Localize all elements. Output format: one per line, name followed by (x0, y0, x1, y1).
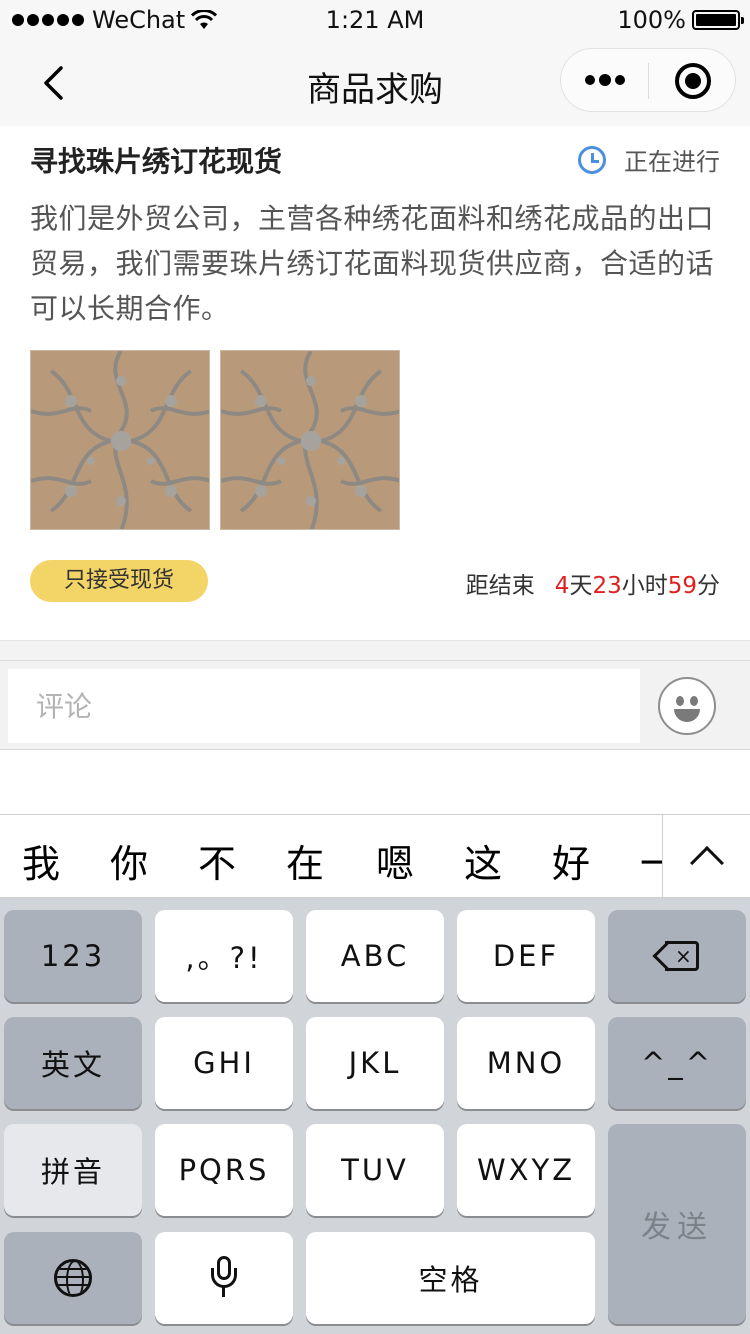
comment-input[interactable] (8, 669, 640, 743)
key-english[interactable]: 英文 (4, 1017, 142, 1109)
status-bar: WeChat 1:21 AM 100% (0, 0, 750, 40)
candidate-bar: 我 你 不 在 嗯 这 好 一 (0, 814, 750, 899)
post-card: 寻找珠片绣订花现货 正在进行 我们是外贸公司，主营各种绣花面料和绣花成品的出口贸… (0, 126, 750, 640)
key-ghi[interactable]: GHI (155, 1017, 293, 1109)
candidate-word[interactable]: 这 (464, 833, 502, 888)
clock-icon (578, 145, 606, 174)
emoji-icon[interactable] (658, 677, 716, 735)
candidate-word[interactable]: 好 (552, 833, 590, 888)
countdown-hours-unit: 小时 (621, 573, 668, 599)
key-123[interactable]: 123 (4, 910, 142, 1002)
product-image-2[interactable] (220, 350, 400, 530)
lace-pattern-image (221, 351, 399, 529)
lace-pattern-image (31, 351, 209, 529)
candidate-word[interactable]: 不 (198, 833, 236, 888)
post-status: 正在进行 (578, 142, 720, 177)
countdown-minutes-unit: 分 (697, 573, 720, 599)
key-abc[interactable]: ABC (306, 910, 444, 1002)
key-emoticon[interactable]: ^_^ (608, 1017, 746, 1109)
key-punctuation[interactable]: ,。?! (155, 910, 293, 1002)
backspace-key[interactable]: × (608, 910, 746, 1002)
requirement-tag: 只接受现货 (30, 560, 208, 602)
battery-percent: 100% (617, 6, 686, 34)
status-text: 正在进行 (624, 148, 720, 176)
countdown-timer: 距结束 4天23小时59分 (466, 566, 720, 600)
comment-bar (0, 660, 750, 750)
nav-bar: 商品求购 (0, 40, 750, 126)
send-button[interactable]: 发送 (608, 1124, 746, 1324)
countdown-minutes: 59 (667, 573, 697, 599)
key-pinyin[interactable]: 拼音 (4, 1124, 142, 1216)
candidate-list: 我 你 不 在 嗯 这 好 一 (0, 815, 662, 899)
globe-icon (54, 1259, 92, 1297)
more-icon[interactable] (585, 74, 625, 86)
space-key[interactable]: 空格 (306, 1232, 595, 1324)
countdown-days-unit: 天 (569, 573, 593, 599)
blank-area (0, 750, 750, 814)
candidate-word[interactable]: 我 (22, 833, 60, 888)
countdown-days: 4 (554, 573, 570, 599)
key-pqrs[interactable]: PQRS (155, 1124, 293, 1216)
product-image-1[interactable] (30, 350, 210, 530)
candidate-word[interactable]: 你 (110, 833, 148, 888)
dictation-key[interactable] (155, 1232, 293, 1324)
candidate-word[interactable]: 在 (286, 833, 324, 888)
post-title: 寻找珠片绣订花现货 (30, 145, 283, 178)
countdown-hours: 23 (592, 573, 622, 599)
section-divider (0, 640, 750, 660)
key-def[interactable]: DEF (457, 910, 595, 1002)
countdown-label: 距结束 (465, 573, 535, 599)
chevron-up-icon (689, 846, 724, 880)
battery-info: 100% (617, 6, 744, 34)
globe-key[interactable] (4, 1232, 142, 1324)
capsule-divider (648, 63, 649, 99)
microphone-icon (209, 1256, 239, 1300)
key-wxyz[interactable]: WXYZ (457, 1124, 595, 1216)
key-tuv[interactable]: TUV (306, 1124, 444, 1216)
backspace-icon: × (652, 940, 699, 972)
keyboard: 123 ,。?! ABC DEF × 英文 GHI JKL MNO ^_^ 拼音… (0, 898, 750, 1334)
battery-icon (692, 10, 744, 30)
close-target-icon[interactable] (675, 63, 711, 99)
post-description: 我们是外贸公司，主营各种绣花面料和绣花成品的出口贸易，我们需要珠片绣订花面料现货… (30, 202, 715, 325)
candidate-word[interactable]: 嗯 (376, 833, 414, 888)
key-jkl[interactable]: JKL (306, 1017, 444, 1109)
expand-candidates-button[interactable] (662, 815, 750, 899)
candidate-word[interactable]: 一 (640, 833, 662, 888)
key-mno[interactable]: MNO (457, 1017, 595, 1109)
miniprogram-capsule (560, 48, 736, 112)
